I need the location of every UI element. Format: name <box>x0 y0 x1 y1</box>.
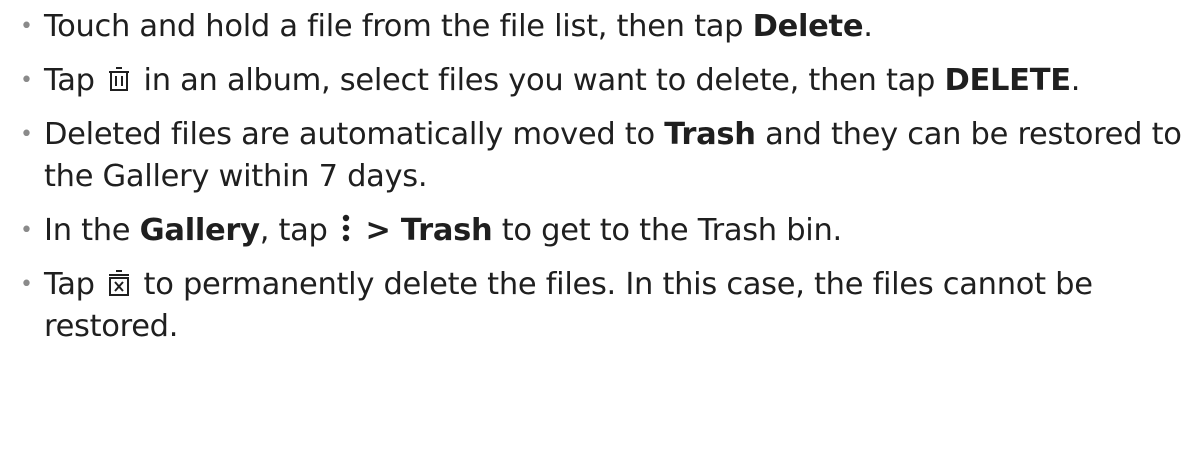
bullet-dot: • <box>20 68 33 93</box>
bold-term: Trash <box>400 213 493 248</box>
bold-term: Gallery <box>139 213 260 248</box>
item-text: Touch and hold a file from the file list… <box>44 9 753 44</box>
item-text: In the <box>44 213 140 248</box>
separator: > <box>355 213 401 248</box>
item-text: . <box>863 9 873 44</box>
bullet-dot: • <box>20 218 33 243</box>
list-item: • Tap in an album, select files you want… <box>20 60 1183 102</box>
item-text: in an album, select files you want to de… <box>134 63 945 98</box>
bullet-dot: • <box>20 14 33 39</box>
delete-permanently-icon <box>106 269 132 297</box>
bold-term: Trash <box>664 117 756 152</box>
bullet-dot: • <box>20 272 33 297</box>
item-text: . <box>1070 63 1081 98</box>
list-item: • Tap to permanently delete the files. I… <box>20 264 1183 348</box>
bullet-dot: • <box>20 122 33 147</box>
more-options-icon <box>339 213 353 243</box>
page: • Touch and hold a file from the file li… <box>0 0 1183 456</box>
bold-term: Delete <box>752 9 864 44</box>
trash-icon <box>106 65 132 93</box>
item-text: to get to the Trash bin. <box>492 213 842 248</box>
item-text: Tap <box>44 63 105 98</box>
item-text: Tap <box>44 267 105 302</box>
list-item: • Deleted files are automatically moved … <box>20 114 1183 198</box>
item-text: , tap <box>259 213 338 248</box>
list-item: • In the Gallery, tap > Trash to get to … <box>20 210 1183 252</box>
bullet-list: • Touch and hold a file from the file li… <box>20 6 1183 348</box>
list-item: • Touch and hold a file from the file li… <box>20 6 1183 48</box>
bold-term: DELETE <box>944 63 1072 98</box>
item-text: to permanently delete the files. In this… <box>44 267 1093 344</box>
item-text: Deleted files are automatically moved to <box>44 117 665 152</box>
